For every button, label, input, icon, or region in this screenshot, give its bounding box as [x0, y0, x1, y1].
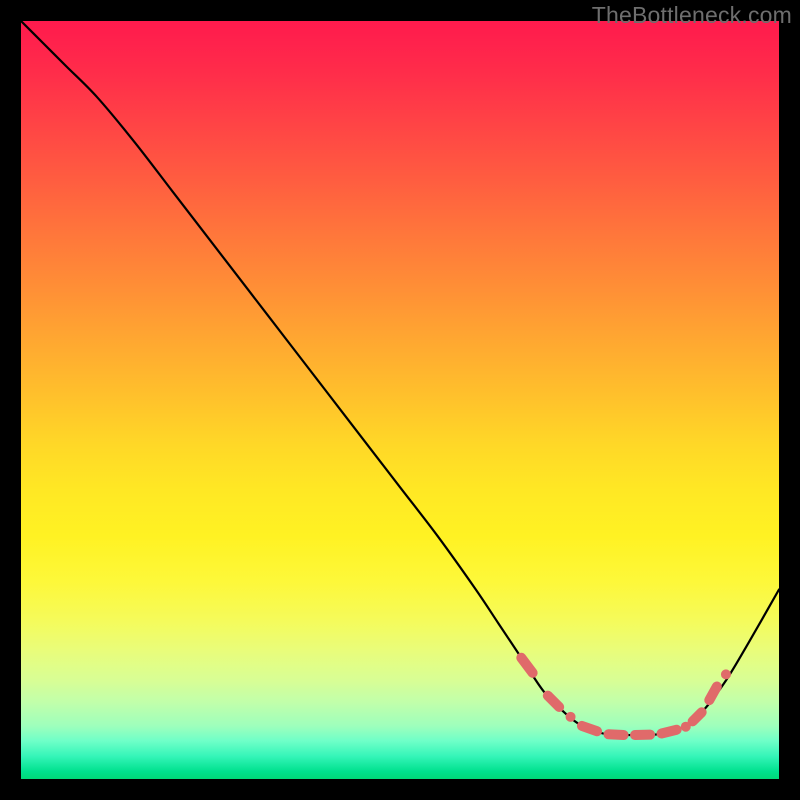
valley-marker-segment [582, 726, 597, 731]
valley-marker-dot [681, 722, 691, 732]
watermark-text: TheBottleneck.com [592, 2, 792, 29]
valley-marker-segment [521, 658, 532, 673]
valley-marker-segment [608, 734, 623, 735]
valley-marker-segment [693, 712, 702, 721]
valley-marker-segment [662, 730, 677, 734]
valley-marker-dot [566, 712, 576, 722]
valley-marker-dot [721, 669, 731, 679]
valley-marker-segment [709, 687, 717, 701]
valley-marker-segment [548, 696, 559, 707]
